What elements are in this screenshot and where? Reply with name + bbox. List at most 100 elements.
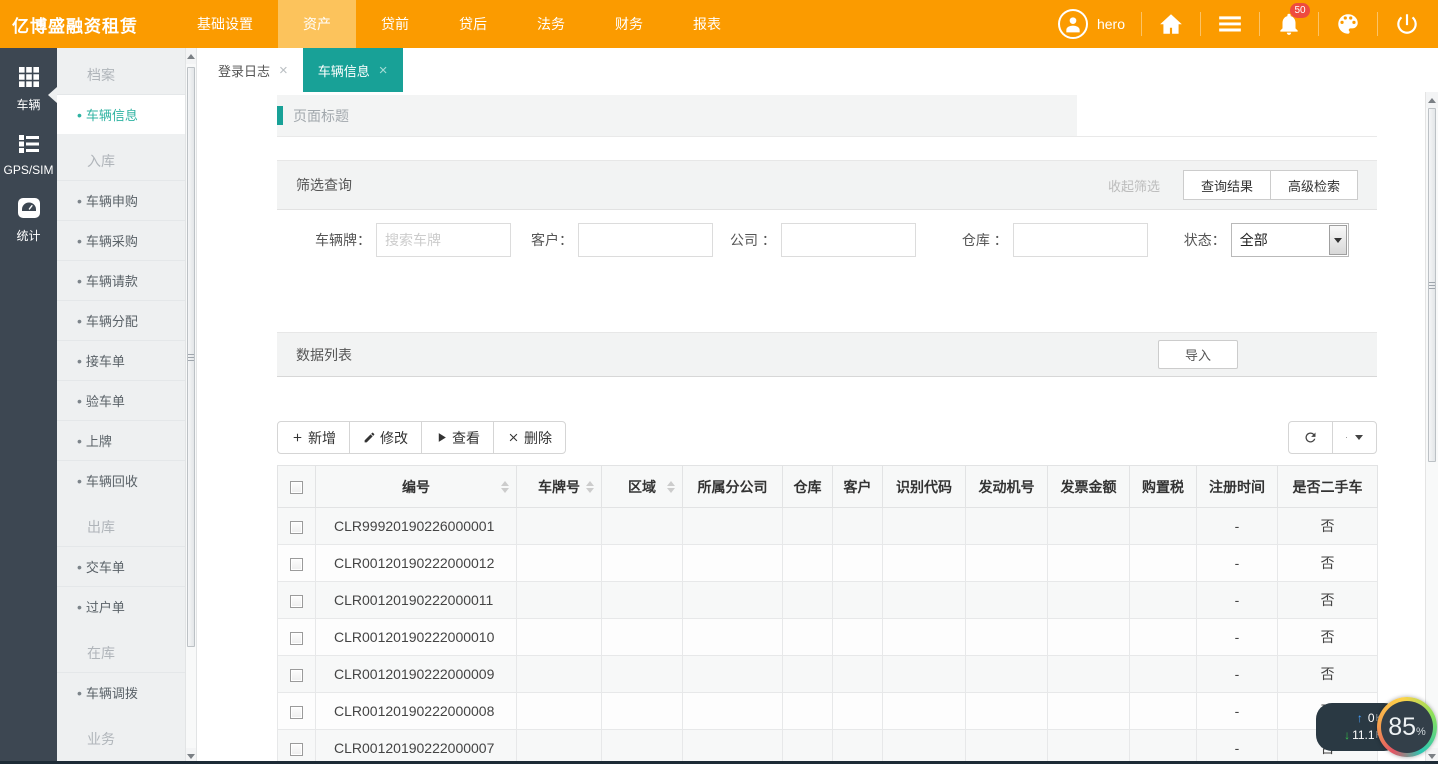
submenu-section-11: 出库 (57, 500, 185, 546)
datalist-strip: 数据列表 导入 (277, 332, 1377, 377)
vehicle-table: 编号车牌号区域所属分公司仓库客户识别代码发动机号发票金额购置税注册时间是否二手车… (277, 465, 1378, 764)
submenu-item-3[interactable]: •车辆申购 (57, 180, 185, 220)
column-header-region[interactable]: 区域 (602, 466, 683, 508)
submenu-item-13[interactable]: •过户单 (57, 586, 185, 626)
tab-close-icon[interactable]: × (279, 62, 288, 79)
table-row-4[interactable]: CLR00120190222000009-否 (278, 656, 1378, 693)
scroll-up-button[interactable] (1426, 92, 1438, 108)
submenu-item-12[interactable]: •交车单 (57, 546, 185, 586)
table-row-1[interactable]: CLR00120190222000012-否 (278, 545, 1378, 582)
nav-item-3[interactable]: 贷后 (434, 0, 512, 48)
submenu-item-7[interactable]: •接车单 (57, 340, 185, 380)
select-dropdown-button[interactable] (1329, 225, 1347, 255)
sidebar-item-2[interactable]: 统计 (0, 187, 57, 254)
username[interactable]: hero (1097, 16, 1125, 32)
filter-input-2[interactable] (781, 223, 916, 257)
delete-button[interactable]: 删除 (493, 421, 566, 454)
row-checkbox[interactable] (290, 706, 303, 719)
cell-second_hand: 否 (1278, 656, 1378, 693)
nav-item-2[interactable]: 贷前 (356, 0, 434, 48)
table-row-3[interactable]: CLR00120190222000010-否 (278, 619, 1378, 656)
column-label: 所属分公司 (698, 479, 768, 495)
menu-button[interactable] (1217, 11, 1243, 37)
cell-engine (966, 545, 1048, 582)
table-row-2[interactable]: CLR00120190222000011-否 (278, 582, 1378, 619)
view-button[interactable]: 查看 (421, 421, 494, 454)
cell-engine (966, 619, 1048, 656)
topbar-actions: 50 (1158, 11, 1420, 37)
main-scrollbar[interactable] (1425, 92, 1438, 764)
sort-icon[interactable] (501, 481, 509, 493)
nav-item-5[interactable]: 财务 (590, 0, 668, 48)
row-checkbox[interactable] (290, 595, 303, 608)
row-checkbox[interactable] (290, 669, 303, 682)
upload-value: 0 (1368, 710, 1375, 727)
sort-icon[interactable] (586, 481, 594, 493)
bullet-icon: • (77, 433, 82, 449)
user-avatar[interactable] (1058, 9, 1088, 39)
columns-button[interactable] (1332, 421, 1377, 454)
filter-input-0[interactable] (376, 223, 511, 257)
tab-close-icon[interactable]: × (379, 62, 388, 79)
sort-icon[interactable] (667, 481, 675, 493)
row-checkbox[interactable] (290, 743, 303, 756)
filter-input-1[interactable] (578, 223, 713, 257)
tab-1[interactable]: 车辆信息× (303, 48, 403, 92)
field-label: 车辆牌： (315, 223, 376, 257)
submenu-item-4[interactable]: •车辆采购 (57, 220, 185, 260)
row-checkbox[interactable] (290, 632, 303, 645)
submenu-item-5[interactable]: •车辆请款 (57, 260, 185, 300)
add-button[interactable]: 新增 (277, 421, 350, 454)
scroll-up-button[interactable] (186, 48, 196, 64)
notifications-button[interactable]: 50 (1276, 11, 1302, 37)
nav-item-4[interactable]: 法务 (512, 0, 590, 48)
table-row-0[interactable]: CLR99920190226000001-否 (278, 508, 1378, 545)
cell-branch (683, 656, 783, 693)
score-badge[interactable]: 85 % (1377, 697, 1437, 757)
tab-0[interactable]: 登录日志× (203, 48, 303, 92)
submenu-item-10[interactable]: •车辆回收 (57, 460, 185, 500)
cell-reg_time: - (1197, 545, 1278, 582)
submenu-item-8[interactable]: •验车单 (57, 380, 185, 420)
row-checkbox[interactable] (290, 521, 303, 534)
cell-invoice (1048, 693, 1130, 730)
submenu-scrollbar[interactable] (185, 48, 197, 764)
status-select[interactable]: 全部 (1231, 223, 1349, 257)
nav-item-0[interactable]: 基础设置 (172, 0, 278, 48)
cell-vin (883, 656, 966, 693)
sidebar-item-1[interactable]: GPS/SIM (0, 123, 57, 187)
filter-field-1: 客户： (531, 223, 713, 309)
select-all-checkbox[interactable] (290, 481, 303, 494)
advanced-search-button[interactable]: 高级检索 (1270, 170, 1358, 200)
logout-button[interactable] (1394, 11, 1420, 37)
submenu-item-6[interactable]: •车辆分配 (57, 300, 185, 340)
scrollbar-thumb[interactable] (1428, 108, 1436, 462)
refresh-button[interactable] (1288, 421, 1333, 454)
caret-down-icon (1355, 435, 1363, 440)
nav-item-6[interactable]: 报表 (668, 0, 746, 48)
home-button[interactable] (1158, 11, 1184, 37)
column-header-id[interactable]: 编号 (316, 466, 517, 508)
filter-field-4: 状态：全部 (1184, 223, 1349, 309)
table-row-5[interactable]: CLR00120190222000008-否 (278, 693, 1378, 730)
row-checkbox[interactable] (290, 558, 303, 571)
edit-button[interactable]: 修改 (349, 421, 422, 454)
nav-item-1[interactable]: 资产 (278, 0, 356, 48)
submenu-item-label: 过户单 (86, 597, 125, 616)
column-header-plate[interactable]: 车牌号 (517, 466, 602, 508)
query-results-button[interactable]: 查询结果 (1183, 170, 1271, 200)
table-row-6[interactable]: CLR00120190222000007-否 (278, 730, 1378, 764)
button-label: 修改 (380, 428, 408, 448)
filter-input-3[interactable] (1013, 223, 1148, 257)
scrollbar-thumb[interactable] (187, 67, 195, 647)
submenu-item-9[interactable]: •上牌 (57, 420, 185, 460)
import-button[interactable]: 导入 (1158, 340, 1238, 369)
cell-tax (1130, 619, 1197, 656)
theme-button[interactable] (1335, 11, 1361, 37)
collapse-filter-link[interactable]: 收起筛选 (1108, 176, 1160, 195)
submenu-item-1[interactable]: •车辆信息 (57, 94, 185, 134)
cell-customer (833, 619, 883, 656)
bullet-icon: • (77, 393, 82, 409)
submenu-item-15[interactable]: •车辆调拨 (57, 672, 185, 712)
cell-plate (517, 508, 602, 545)
